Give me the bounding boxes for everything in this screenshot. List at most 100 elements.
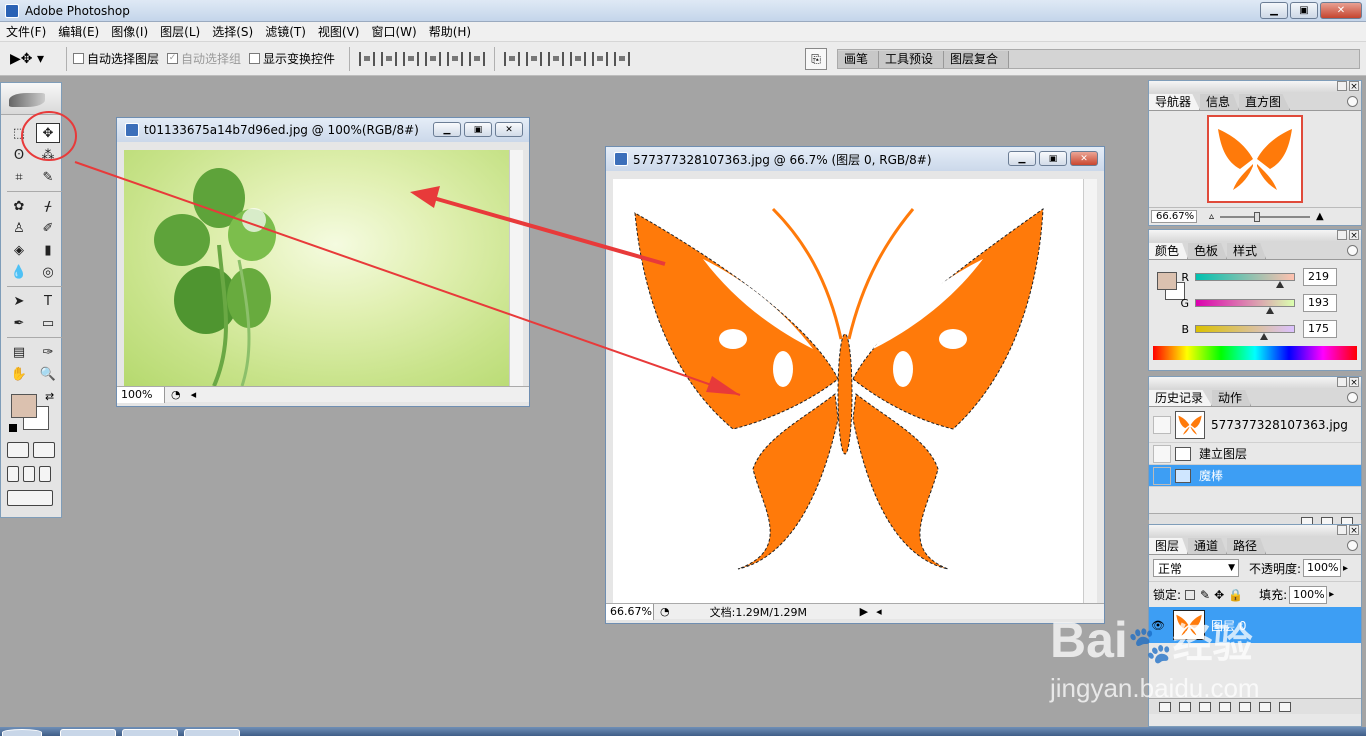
history-panel: × 历史记录 动作 577377328107363.jpg 建立图层 魔棒 — [1148, 376, 1362, 529]
tab-actions[interactable]: 动作 — [1212, 390, 1252, 406]
tab-layers[interactable]: 图层 — [1149, 538, 1189, 554]
watermark-url: jingyan.baidu.com — [1050, 673, 1260, 703]
fill-field[interactable]: 100% — [1289, 585, 1328, 604]
green-slider-thumb[interactable] — [1266, 307, 1275, 314]
blue-slider-thumb[interactable] — [1259, 333, 1268, 340]
color-foreground-swatch[interactable] — [1157, 272, 1177, 290]
blend-mode-value: 正常 — [1158, 561, 1183, 576]
blend-mode-select[interactable]: 正常 ▼ — [1153, 559, 1239, 577]
history-snapshot-row[interactable]: 577377328107363.jpg — [1149, 407, 1361, 443]
annotation-arrowhead — [706, 376, 740, 395]
navigator-preview-area — [1149, 111, 1361, 207]
history-empty-area — [1149, 487, 1361, 513]
panel-grip[interactable]: × — [1149, 525, 1361, 537]
history-brush-source-icon[interactable] — [1153, 444, 1171, 463]
navigator-view-box[interactable] — [1207, 115, 1303, 203]
chevron-down-icon: ▼ — [1228, 563, 1235, 573]
navigator-zoom-field[interactable]: 66.67% — [1151, 210, 1197, 223]
history-item-label: 建立图层 — [1199, 447, 1248, 461]
zoom-in-icon[interactable]: ▲ — [1316, 211, 1324, 222]
tab-navigator[interactable]: 导航器 — [1149, 94, 1201, 110]
slider-red: R 219 — [1149, 264, 1337, 290]
panel-grip[interactable]: × — [1149, 230, 1361, 242]
watermark-brand: Bai — [1050, 612, 1128, 668]
panel-menu-icon[interactable] — [1347, 392, 1358, 403]
red-value[interactable]: 219 — [1303, 268, 1337, 286]
snapshot-butterfly-thumbnail — [1178, 415, 1202, 435]
tab-info[interactable]: 信息 — [1200, 94, 1240, 110]
opacity-slider-arrow-icon[interactable]: ▸ — [1343, 563, 1348, 574]
lock-position-icon[interactable]: ✥ — [1214, 588, 1224, 602]
panel-close-icon[interactable]: × — [1349, 230, 1359, 241]
annotation-arrow-shaft — [429, 195, 666, 266]
navigator-thumbnail — [1218, 129, 1292, 190]
history-item-selected[interactable]: 魔棒 — [1149, 465, 1361, 487]
navigator-panel: × 导航器 信息 直方图 66.67% ▵ ▲ — [1148, 80, 1362, 226]
panel-minimize-icon[interactable] — [1337, 230, 1347, 240]
slider-blue: B 175 — [1149, 316, 1337, 342]
watermark-logo: Bai🐾经验 — [1050, 612, 1350, 673]
tab-history[interactable]: 历史记录 — [1149, 390, 1213, 406]
red-slider-thumb[interactable] — [1276, 281, 1285, 288]
annotation-circle — [21, 111, 77, 161]
lock-transparency-icon[interactable] — [1185, 589, 1196, 600]
annotation-arrowhead — [410, 186, 440, 208]
color-tabs: 颜色 色板 样式 — [1149, 242, 1361, 260]
panel-close-icon[interactable]: × — [1349, 81, 1359, 92]
panel-minimize-icon[interactable] — [1337, 525, 1347, 535]
magic-wand-step-icon — [1175, 468, 1191, 483]
navigator-zoom-slider[interactable] — [1220, 211, 1311, 222]
new-layer-step-icon — [1175, 446, 1191, 461]
red-slider-track[interactable] — [1195, 273, 1295, 288]
lock-row: 锁定: ✎ ✥ 🔒 填充: 100% ▸ — [1149, 581, 1361, 607]
color-spectrum-ramp[interactable] — [1153, 346, 1357, 360]
start-button[interactable] — [2, 729, 42, 736]
panel-close-icon[interactable]: × — [1349, 377, 1359, 388]
panel-menu-icon[interactable] — [1347, 245, 1358, 256]
panel-close-icon[interactable]: × — [1349, 525, 1359, 536]
tab-histogram[interactable]: 直方图 — [1239, 94, 1291, 110]
history-item[interactable]: 建立图层 — [1149, 443, 1361, 465]
fill-slider-arrow-icon[interactable]: ▸ — [1329, 589, 1334, 600]
tab-color[interactable]: 颜色 — [1149, 243, 1189, 259]
history-brush-source-icon[interactable] — [1153, 466, 1171, 485]
layers-tabs: 图层 通道 路径 — [1149, 537, 1361, 555]
zoom-out-icon[interactable]: ▵ — [1209, 211, 1214, 222]
slider-thumb[interactable] — [1254, 211, 1261, 222]
lock-all-icon[interactable]: 🔒 — [1228, 588, 1243, 602]
blue-slider-track[interactable] — [1195, 325, 1295, 340]
snapshot-name: 577377328107363.jpg — [1211, 417, 1348, 432]
panel-minimize-icon[interactable] — [1337, 81, 1347, 91]
taskbar-button[interactable] — [184, 729, 240, 736]
baidu-jingyan-watermark: Bai🐾经验 jingyan.baidu.com — [1050, 612, 1350, 712]
green-value[interactable]: 193 — [1303, 294, 1337, 312]
tab-styles[interactable]: 样式 — [1227, 243, 1267, 259]
panel-minimize-icon[interactable] — [1337, 377, 1347, 387]
navigator-zoom-row: 66.67% ▵ ▲ — [1149, 207, 1361, 225]
panel-grip[interactable]: × — [1149, 81, 1361, 93]
tab-swatches[interactable]: 色板 — [1188, 243, 1228, 259]
opacity-field[interactable]: 100% — [1303, 559, 1342, 577]
annotation-line — [74, 161, 741, 396]
green-slider-track[interactable] — [1195, 299, 1295, 314]
blend-row: 正常 ▼ 不透明度: 100% ▸ — [1149, 555, 1361, 581]
watermark-brand-tail: 经验 — [1172, 622, 1253, 666]
lock-pixels-icon[interactable]: ✎ — [1200, 588, 1210, 602]
taskbar-button[interactable] — [122, 729, 178, 736]
panel-grip[interactable]: × — [1149, 377, 1361, 389]
paw-icon: 🐾 — [1127, 624, 1173, 665]
panel-menu-icon[interactable] — [1347, 540, 1358, 551]
tab-paths[interactable]: 路径 — [1227, 538, 1267, 554]
lock-label: 锁定: — [1153, 588, 1182, 602]
taskbar-button[interactable] — [60, 729, 116, 736]
blue-value[interactable]: 175 — [1303, 320, 1337, 338]
panel-menu-icon[interactable] — [1347, 96, 1358, 107]
navigator-tabs: 导航器 信息 直方图 — [1149, 93, 1361, 111]
opacity-label: 不透明度: — [1249, 561, 1302, 576]
color-sliders: R 219 G 193 B 175 — [1149, 260, 1361, 346]
color-panel: × 颜色 色板 样式 R 219 G 193 B 175 — [1148, 229, 1362, 371]
blue-label: B — [1181, 322, 1189, 336]
fill-label: 填充: — [1259, 588, 1288, 602]
tab-channels[interactable]: 通道 — [1188, 538, 1228, 554]
history-brush-source-icon[interactable] — [1153, 415, 1171, 434]
